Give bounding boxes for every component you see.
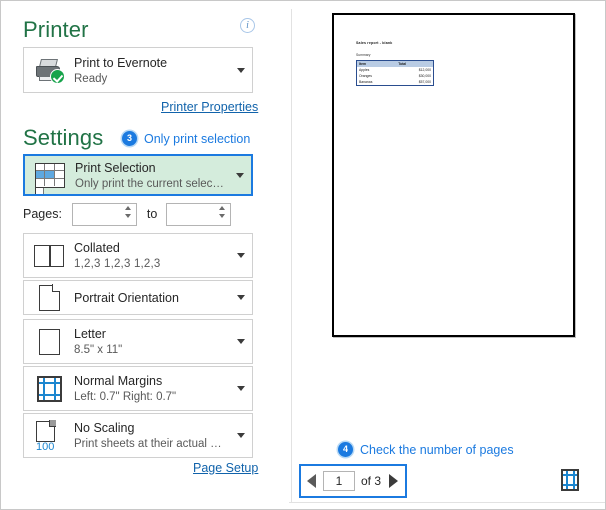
table-row: Bananas $57,000 — [357, 79, 434, 86]
pages-from-input[interactable] — [73, 204, 121, 225]
orientation-dropdown[interactable]: Portrait Orientation — [23, 280, 253, 315]
previous-page-arrow[interactable] — [301, 466, 323, 496]
collation-subtitle: 1,2,3 1,2,3 1,2,3 — [74, 258, 226, 270]
table-cell: $57,000 — [396, 79, 433, 86]
step-4-label: Check the number of pages — [360, 443, 514, 457]
chevron-down-icon[interactable] — [230, 386, 252, 391]
zoom-to-page-icon[interactable] — [561, 469, 579, 491]
pages-to-stepper[interactable] — [166, 203, 231, 226]
chevron-down-icon[interactable] — [230, 433, 252, 438]
step-3-badge: 3 — [122, 131, 137, 146]
margins-subtitle: Left: 0.7" Right: 0.7" — [74, 391, 226, 403]
step-3-label: Only print selection — [144, 132, 250, 146]
collate-icon — [24, 245, 74, 267]
preview-page[interactable]: Sales report - blank Summary Item Total … — [332, 13, 575, 337]
printer-icon — [24, 57, 74, 83]
page-number-input[interactable] — [323, 471, 355, 491]
printer-status: Ready — [74, 73, 226, 85]
print-range-dropdown[interactable]: Print Selection Only print the current s… — [23, 154, 253, 196]
step-4-badge: 4 — [338, 442, 353, 457]
page-navigation: of 3 — [299, 464, 407, 498]
page-total-label: of 3 — [361, 474, 381, 488]
scaling-subtitle: Print sheets at their actual size — [74, 438, 226, 450]
scaling-dropdown[interactable]: 100 No Scaling Print sheets at their act… — [23, 413, 253, 458]
scaling-icon-number: 100 — [36, 441, 54, 453]
scaling-title: No Scaling — [74, 421, 226, 435]
pages-label: Pages: — [23, 207, 62, 221]
chevron-down-icon[interactable] — [230, 253, 252, 258]
table-cell: Bananas — [357, 79, 397, 86]
chevron-down-icon[interactable] — [230, 68, 252, 73]
step-3-annotation: 3 Only print selection — [122, 130, 250, 148]
margins-title: Normal Margins — [74, 374, 226, 388]
pages-range-row: Pages: to — [23, 202, 253, 226]
scaling-icon: 100 — [24, 421, 74, 451]
next-page-arrow[interactable] — [383, 466, 405, 496]
pages-to-label: to — [147, 207, 157, 221]
preview-sub-label: Summary — [356, 53, 371, 57]
selection-grid-icon — [25, 163, 75, 188]
chevron-down-icon[interactable] — [229, 173, 251, 178]
orientation-title: Portrait Orientation — [74, 291, 226, 305]
print-range-subtitle: Only print the current selecti... — [75, 178, 225, 190]
margins-icon — [24, 376, 74, 402]
preview-doc-title: Sales report - blank — [356, 41, 392, 45]
printer-select-dropdown[interactable]: Print to Evernote Ready — [23, 47, 253, 93]
paper-size-subtitle: 8.5" x 11" — [74, 344, 226, 356]
paper-sheet-icon — [24, 329, 74, 355]
page-setup-link[interactable]: Page Setup — [193, 461, 258, 475]
chevron-down-icon[interactable] — [230, 339, 252, 344]
settings-heading: Settings — [23, 125, 103, 151]
printer-name: Print to Evernote — [74, 56, 226, 70]
preview-table: Item Total Apples $12,000 Oranges $30,00… — [356, 60, 434, 86]
paper-size-dropdown[interactable]: Letter 8.5" x 11" — [23, 319, 253, 364]
info-icon[interactable]: i — [240, 18, 255, 33]
chevron-down-icon[interactable] — [230, 295, 252, 300]
print-settings-pane: Printer i Print to Evernote Ready Printe… — [1, 1, 289, 509]
collation-title: Collated — [74, 241, 226, 255]
print-backstage-view: Printer i Print to Evernote Ready Printe… — [0, 0, 606, 510]
pages-to-input[interactable] — [167, 204, 215, 225]
pages-from-stepper[interactable] — [72, 203, 137, 226]
printer-heading: Printer — [23, 17, 89, 43]
portrait-page-icon — [24, 285, 74, 311]
printer-ready-check-icon — [50, 69, 65, 84]
print-preview-pane: Sales report - blank Summary Item Total … — [289, 1, 605, 509]
collation-dropdown[interactable]: Collated 1,2,3 1,2,3 1,2,3 — [23, 233, 253, 278]
step-4-annotation: 4 Check the number of pages — [338, 441, 514, 459]
print-range-title: Print Selection — [75, 161, 225, 175]
paper-size-title: Letter — [74, 327, 226, 341]
bottom-divider — [289, 502, 605, 503]
printer-properties-link[interactable]: Printer Properties — [161, 100, 258, 114]
margins-dropdown[interactable]: Normal Margins Left: 0.7" Right: 0.7" — [23, 366, 253, 411]
